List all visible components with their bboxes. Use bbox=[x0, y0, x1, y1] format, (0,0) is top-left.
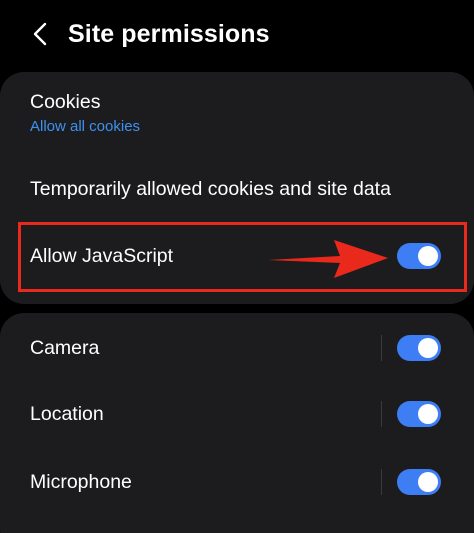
temp-cookies-label: Temporarily allowed cookies and site dat… bbox=[30, 178, 391, 200]
back-button[interactable] bbox=[22, 14, 58, 54]
permission-row-microphone[interactable]: Microphone bbox=[0, 449, 474, 517]
location-toggle[interactable] bbox=[397, 401, 441, 427]
javascript-row[interactable]: Allow JavaScript bbox=[0, 222, 474, 290]
page-title: Site permissions bbox=[68, 20, 270, 48]
row-divider bbox=[381, 335, 382, 361]
chevron-left-icon bbox=[33, 22, 47, 46]
microphone-label: Microphone bbox=[30, 471, 132, 493]
site-permissions-screen: Site permissions Cookies Allow all cooki… bbox=[0, 0, 474, 533]
permission-row-location[interactable]: Location bbox=[0, 381, 474, 449]
toggle-knob bbox=[418, 472, 438, 492]
cookies-label: Cookies bbox=[30, 91, 101, 113]
javascript-toggle[interactable] bbox=[397, 243, 441, 269]
temp-cookies-row[interactable]: Temporarily allowed cookies and site dat… bbox=[0, 154, 474, 222]
location-label: Location bbox=[30, 403, 104, 425]
toggle-knob bbox=[418, 404, 438, 424]
camera-label: Camera bbox=[30, 337, 100, 359]
permissions-card: Camera Location Microphone bbox=[0, 313, 474, 533]
javascript-label: Allow JavaScript bbox=[30, 245, 174, 267]
toggle-knob bbox=[418, 246, 438, 266]
cookies-value: Allow all cookies bbox=[30, 118, 141, 135]
microphone-toggle[interactable] bbox=[397, 469, 441, 495]
permission-row-camera[interactable]: Camera bbox=[0, 313, 474, 381]
camera-toggle[interactable] bbox=[397, 335, 441, 361]
toggle-knob bbox=[418, 338, 438, 358]
site-settings-card: Cookies Allow all cookies Temporarily al… bbox=[0, 72, 474, 304]
cookies-row[interactable]: Cookies Allow all cookies bbox=[0, 72, 474, 154]
row-divider bbox=[381, 469, 382, 495]
app-header: Site permissions bbox=[0, 0, 474, 70]
row-divider bbox=[381, 401, 382, 427]
